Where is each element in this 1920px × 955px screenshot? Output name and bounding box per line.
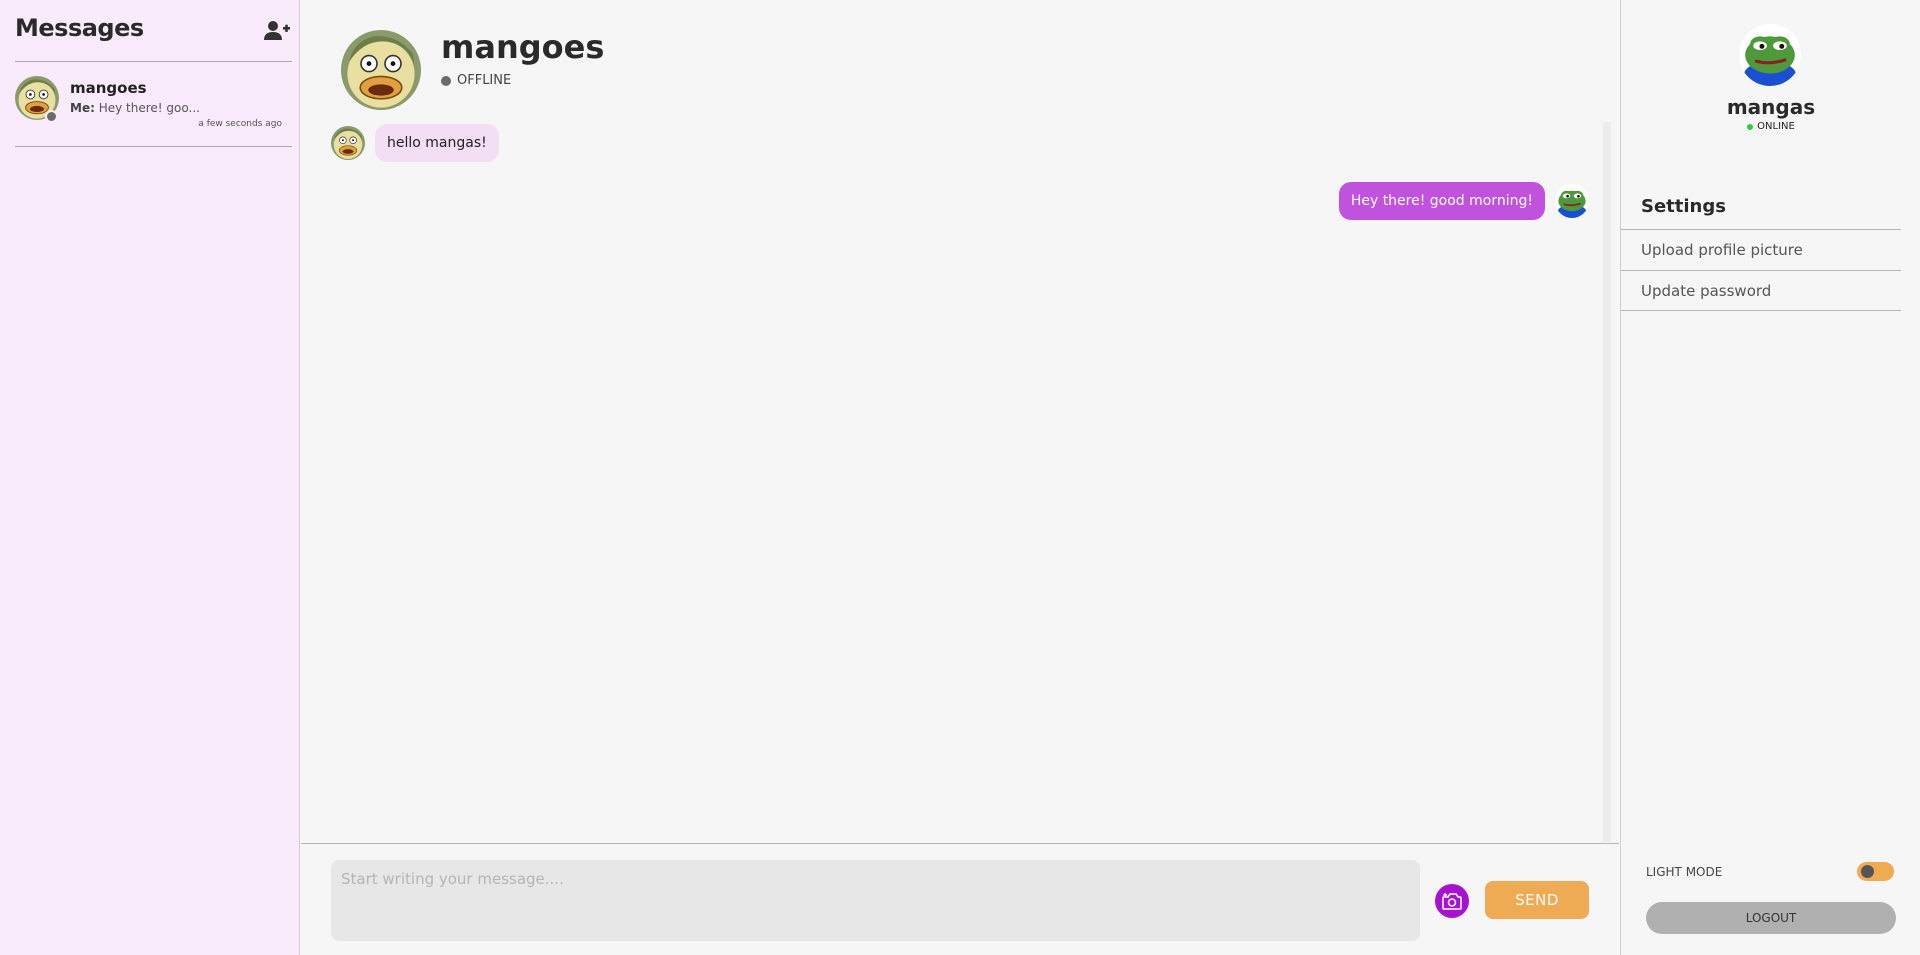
settings-title: Settings — [1641, 196, 1726, 217]
camera-icon — [1442, 893, 1462, 910]
profile-panel: mangas ONLINE Settings Upload profile pi… — [1620, 0, 1920, 955]
contact-status: OFFLINE — [441, 73, 511, 88]
toggle-knob — [1861, 865, 1874, 878]
message-bubble: hello mangas! — [375, 124, 499, 162]
sidebar-title: Messages — [15, 14, 144, 42]
theme-toggle[interactable] — [1857, 862, 1894, 881]
upload-image-button[interactable] — [1435, 884, 1469, 918]
add-user-button[interactable] — [262, 18, 292, 44]
conversation-name: mangoes — [70, 79, 147, 97]
conversations-sidebar: Messages mangoes Me: Hey there! goo... a… — [0, 0, 300, 955]
upload-profile-picture-link[interactable]: Upload profile picture — [1621, 229, 1901, 270]
offline-status-dot — [45, 110, 58, 123]
message-outgoing: Hey there! good morning! — [1338, 182, 1589, 220]
add-user-icon — [264, 21, 290, 40]
send-button[interactable]: SEND — [1485, 881, 1589, 919]
logout-button[interactable]: LOGOUT — [1646, 902, 1896, 934]
status-dot — [441, 75, 451, 86]
message-composer: SEND — [301, 843, 1619, 955]
settings-list: Upload profile picture Update password — [1621, 229, 1901, 311]
message-bubble: Hey there! good morning! — [1338, 182, 1545, 220]
user-status-text: ONLINE — [1757, 121, 1795, 132]
message-input[interactable] — [331, 860, 1420, 941]
user-status: ONLINE — [1621, 121, 1920, 132]
preview-text: Hey there! goo... — [98, 101, 200, 115]
avatar — [1555, 184, 1589, 218]
user-name: mangas — [1726, 95, 1816, 119]
message-incoming: hello mangas! — [331, 124, 499, 162]
user-avatar — [1739, 24, 1801, 86]
contact-name: mangoes — [441, 28, 605, 66]
conversation-time: a few seconds ago — [198, 119, 282, 129]
conversation-preview: Me: Hey there! goo... — [70, 101, 200, 115]
message-list[interactable]: hello mangas! Hey there! good morning! — [301, 122, 1619, 842]
preview-sender: Me: — [70, 101, 95, 115]
update-password-link[interactable]: Update password — [1621, 270, 1901, 311]
contact-status-text: OFFLINE — [457, 73, 512, 88]
chat-panel: mangoes OFFLINE hello mangas! Hey there!… — [301, 0, 1619, 955]
contact-avatar — [341, 30, 421, 110]
avatar — [331, 126, 365, 160]
sidebar-header: Messages — [15, 14, 292, 62]
theme-mode-label: LIGHT MODE — [1646, 865, 1723, 879]
scrollbar[interactable] — [1603, 122, 1611, 842]
online-dot — [1747, 123, 1754, 130]
conversation-item[interactable]: mangoes Me: Hey there! goo... a few seco… — [15, 62, 292, 147]
